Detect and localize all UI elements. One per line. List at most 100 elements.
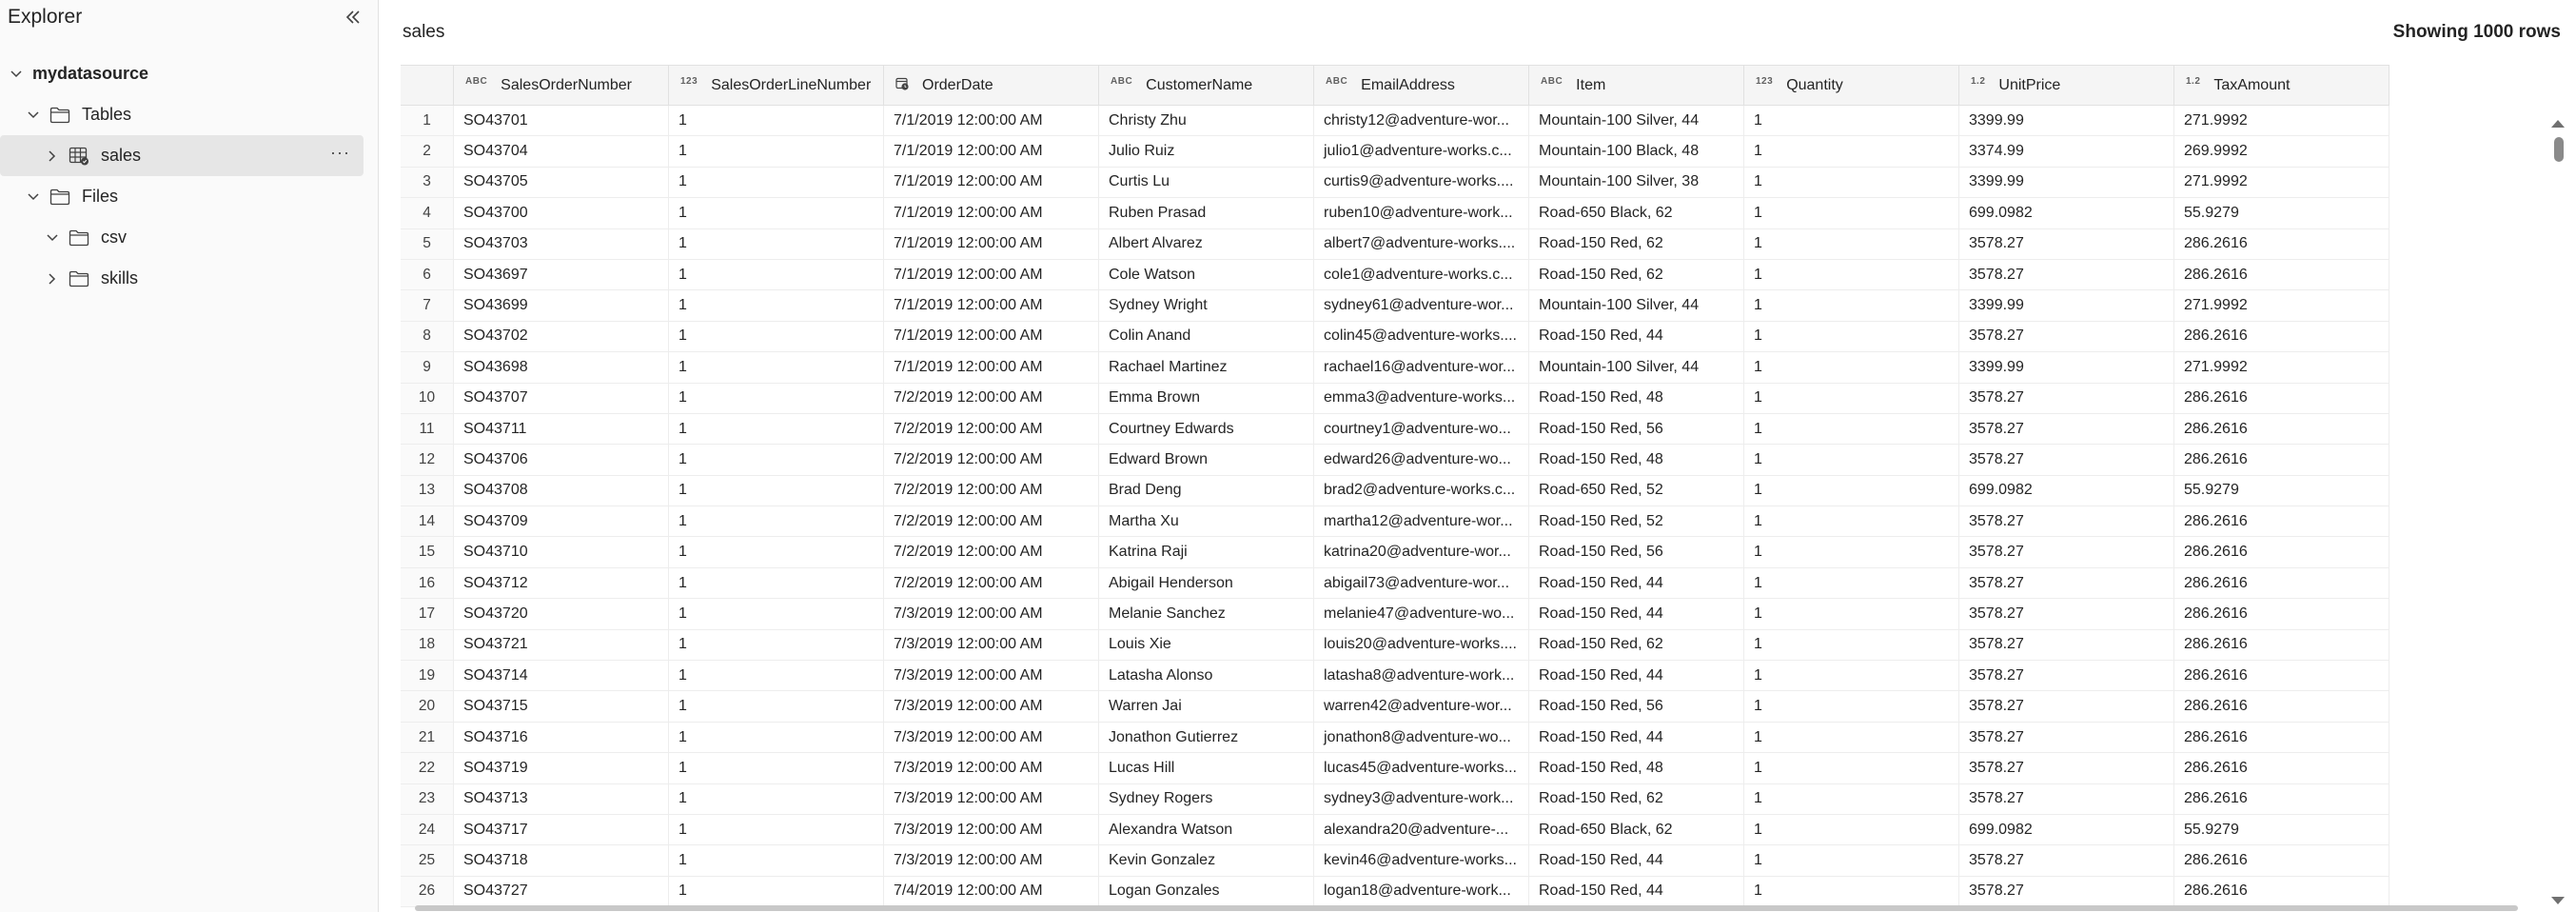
table-cell-quantity[interactable]: 1 <box>1744 167 1959 198</box>
table-cell-customername[interactable]: Lucas Hill <box>1099 753 1314 783</box>
table-cell-salesordernumber[interactable]: SO43703 <box>454 228 669 259</box>
table-cell-quantity[interactable]: 1 <box>1744 136 1959 167</box>
table-cell-salesordernumber[interactable]: SO43712 <box>454 567 669 599</box>
table-row[interactable]: 18 SO43721 1 7/3/2019 12:00:00 AM Louis Xie l… <box>401 629 2389 662</box>
table-cell-item[interactable]: Mountain-100 Silver, 38 <box>1529 167 1744 198</box>
table-cell-customername[interactable]: Edward Brown <box>1099 445 1314 475</box>
table-cell-taxamount[interactable]: 55.9279 <box>2174 198 2389 228</box>
table-cell-quantity[interactable]: 1 <box>1744 383 1959 413</box>
table-cell-customername[interactable]: Brad Deng <box>1099 475 1314 506</box>
table-cell-quantity[interactable]: 1 <box>1744 321 1959 352</box>
table-cell-salesorderlinenumber[interactable]: 1 <box>669 413 884 445</box>
table-cell-salesordernumber[interactable]: SO43717 <box>454 814 669 845</box>
table-cell-orderdate[interactable]: 7/1/2019 12:00:00 AM <box>884 352 1099 383</box>
table-cell-orderdate[interactable]: 7/3/2019 12:00:00 AM <box>884 814 1099 845</box>
table-cell-emailaddress[interactable]: cole1@adventure-works.c... <box>1314 259 1529 290</box>
table-cell-taxamount[interactable]: 286.2616 <box>2174 876 2389 907</box>
table-cell-salesorderlinenumber[interactable]: 1 <box>669 228 884 259</box>
table-cell-unitprice[interactable]: 3578.27 <box>1959 537 2174 567</box>
table-cell-quantity[interactable]: 1 <box>1744 537 1959 567</box>
table-cell-customername[interactable]: Julio Ruiz <box>1099 136 1314 167</box>
table-cell-customername[interactable]: Courtney Edwards <box>1099 413 1314 445</box>
table-cell-salesorderlinenumber[interactable]: 1 <box>669 352 884 383</box>
table-cell-item[interactable]: Road-150 Red, 48 <box>1529 383 1744 413</box>
horizontal-scrollbar[interactable] <box>415 905 2518 911</box>
table-cell-customername[interactable]: Latasha Alonso <box>1099 661 1314 691</box>
table-cell-orderdate[interactable]: 7/1/2019 12:00:00 AM <box>884 228 1099 259</box>
table-cell-salesorderlinenumber[interactable]: 1 <box>669 198 884 228</box>
column-header-item[interactable]: ABC Item <box>1529 66 1744 105</box>
table-cell-item[interactable]: Road-650 Black, 62 <box>1529 814 1744 845</box>
table-cell-salesordernumber[interactable]: SO43711 <box>454 413 669 445</box>
table-cell-item[interactable]: Road-150 Red, 56 <box>1529 537 1744 567</box>
table-cell-quantity[interactable]: 1 <box>1744 876 1959 907</box>
table-cell-unitprice[interactable]: 3578.27 <box>1959 783 2174 814</box>
table-cell-salesordernumber[interactable]: SO43719 <box>454 753 669 783</box>
table-cell-emailaddress[interactable]: katrina20@adventure-wor... <box>1314 537 1529 567</box>
scrollbar-thumb[interactable] <box>2554 137 2564 162</box>
table-cell-customername[interactable]: Curtis Lu <box>1099 167 1314 198</box>
table-cell-unitprice[interactable]: 3578.27 <box>1959 661 2174 691</box>
chevron-down-icon[interactable] <box>27 190 40 204</box>
table-cell-salesorderlinenumber[interactable]: 1 <box>669 783 884 814</box>
table-cell-emailaddress[interactable]: albert7@adventure-works.... <box>1314 228 1529 259</box>
table-cell-unitprice[interactable]: 699.0982 <box>1959 198 2174 228</box>
table-cell-item[interactable]: Road-150 Red, 44 <box>1529 599 1744 629</box>
table-cell-orderdate[interactable]: 7/4/2019 12:00:00 AM <box>884 876 1099 907</box>
table-cell-emailaddress[interactable]: curtis9@adventure-works.... <box>1314 167 1529 198</box>
table-row[interactable]: 16 SO43712 1 7/2/2019 12:00:00 AM Abigail He… <box>401 567 2389 600</box>
table-cell-quantity[interactable]: 1 <box>1744 753 1959 783</box>
table-cell-salesordernumber[interactable]: SO43709 <box>454 506 669 537</box>
table-cell-taxamount[interactable]: 55.9279 <box>2174 814 2389 845</box>
table-cell-orderdate[interactable]: 7/2/2019 12:00:00 AM <box>884 567 1099 599</box>
table-cell-orderdate[interactable]: 7/1/2019 12:00:00 AM <box>884 167 1099 198</box>
table-cell-quantity[interactable]: 1 <box>1744 198 1959 228</box>
table-cell-salesorderlinenumber[interactable]: 1 <box>669 259 884 290</box>
table-cell-salesordernumber[interactable]: SO43720 <box>454 599 669 629</box>
tree-item-sales-table[interactable]: sales ··· <box>0 135 364 176</box>
table-cell-unitprice[interactable]: 3399.99 <box>1959 290 2174 321</box>
table-cell-item[interactable]: Road-650 Red, 52 <box>1529 475 1744 506</box>
chevron-down-icon[interactable] <box>46 231 59 245</box>
table-cell-orderdate[interactable]: 7/3/2019 12:00:00 AM <box>884 599 1099 629</box>
table-cell-salesorderlinenumber[interactable]: 1 <box>669 475 884 506</box>
table-cell-item[interactable]: Road-150 Red, 56 <box>1529 691 1744 722</box>
table-cell-salesordernumber[interactable]: SO43702 <box>454 321 669 352</box>
table-cell-unitprice[interactable]: 3374.99 <box>1959 136 2174 167</box>
table-cell-taxamount[interactable]: 286.2616 <box>2174 506 2389 537</box>
table-cell-item[interactable]: Road-150 Red, 52 <box>1529 506 1744 537</box>
scroll-up-icon[interactable] <box>2551 120 2565 128</box>
table-row[interactable]: 6 SO43697 1 7/1/2019 12:00:00 AM Cole Watson… <box>401 259 2389 291</box>
table-row[interactable]: 23 SO43713 1 7/3/2019 12:00:00 AM Sydney Rog… <box>401 783 2389 815</box>
table-cell-customername[interactable]: Rachael Martinez <box>1099 352 1314 383</box>
table-cell-orderdate[interactable]: 7/2/2019 12:00:00 AM <box>884 475 1099 506</box>
table-cell-customername[interactable]: Alexandra Watson <box>1099 814 1314 845</box>
table-row[interactable]: 3 SO43705 1 7/1/2019 12:00:00 AM Curtis Lu cu… <box>401 167 2389 199</box>
table-cell-quantity[interactable]: 1 <box>1744 475 1959 506</box>
table-cell-emailaddress[interactable]: edward26@adventure-wo... <box>1314 445 1529 475</box>
table-cell-salesorderlinenumber[interactable]: 1 <box>669 106 884 136</box>
table-cell-quantity[interactable]: 1 <box>1744 599 1959 629</box>
collapse-panel-button[interactable] <box>337 1 369 33</box>
table-cell-taxamount[interactable]: 286.2616 <box>2174 661 2389 691</box>
table-cell-orderdate[interactable]: 7/3/2019 12:00:00 AM <box>884 783 1099 814</box>
table-cell-emailaddress[interactable]: alexandra20@adventure-... <box>1314 814 1529 845</box>
table-cell-taxamount[interactable]: 286.2616 <box>2174 567 2389 599</box>
table-cell-taxamount[interactable]: 271.9992 <box>2174 167 2389 198</box>
table-cell-salesordernumber[interactable]: SO43701 <box>454 106 669 136</box>
table-cell-taxamount[interactable]: 286.2616 <box>2174 629 2389 661</box>
table-cell-salesordernumber[interactable]: SO43714 <box>454 661 669 691</box>
table-row[interactable]: 15 SO43710 1 7/2/2019 12:00:00 AM Katrina Ra… <box>401 537 2389 568</box>
table-cell-emailaddress[interactable]: jonathon8@adventure-wo... <box>1314 722 1529 753</box>
table-row[interactable]: 22 SO43719 1 7/3/2019 12:00:00 AM Lucas Hill… <box>401 753 2389 784</box>
table-cell-taxamount[interactable]: 286.2616 <box>2174 753 2389 783</box>
table-cell-item[interactable]: Road-650 Black, 62 <box>1529 198 1744 228</box>
table-cell-orderdate[interactable]: 7/1/2019 12:00:00 AM <box>884 198 1099 228</box>
table-cell-customername[interactable]: Louis Xie <box>1099 629 1314 661</box>
table-row[interactable]: 24 SO43717 1 7/3/2019 12:00:00 AM Alexandra … <box>401 814 2389 846</box>
table-cell-quantity[interactable]: 1 <box>1744 413 1959 445</box>
table-cell-taxamount[interactable]: 286.2616 <box>2174 599 2389 629</box>
table-cell-emailaddress[interactable]: martha12@adventure-wor... <box>1314 506 1529 537</box>
table-cell-emailaddress[interactable]: colin45@adventure-works.... <box>1314 321 1529 352</box>
chevron-down-icon[interactable] <box>10 68 23 81</box>
